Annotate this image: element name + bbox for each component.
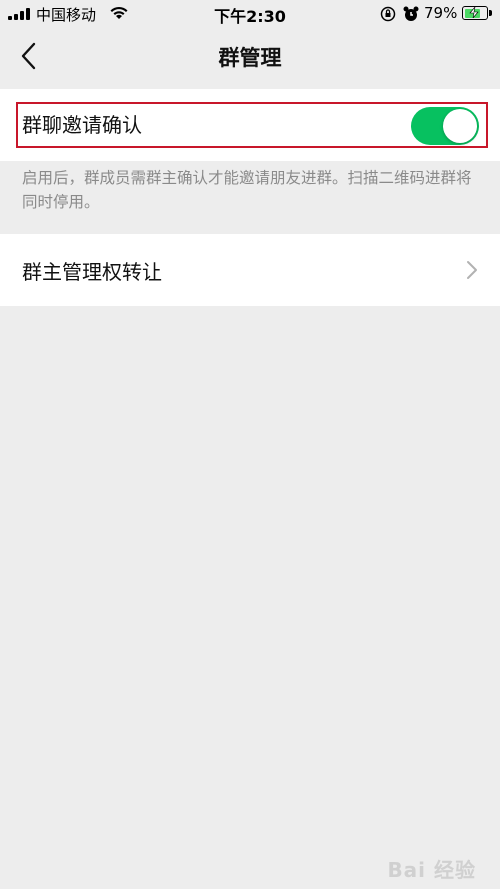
battery-charging-icon [462, 6, 488, 20]
invite-confirm-description: 启用后，群成员需群主确认才能邀请朋友进群。扫描二维码进群将同时停用。 [22, 169, 472, 211]
nav-bar: 群管理 [0, 28, 500, 84]
alarm-icon [403, 6, 419, 21]
transfer-ownership-row[interactable]: 群主管理权转让 [0, 234, 500, 306]
page-title: 群管理 [218, 46, 282, 70]
battery-tip [489, 10, 492, 16]
invite-confirm-label: 群聊邀请确认 [22, 113, 142, 137]
watermark: Bai 经验 [387, 858, 476, 882]
status-bar: 中国移动 下午2:30 79% [0, 0, 500, 28]
chevron-left-icon [21, 42, 36, 70]
back-button[interactable] [12, 38, 48, 74]
transfer-ownership-label: 群主管理权转让 [22, 260, 162, 284]
chevron-right-icon [467, 261, 477, 279]
toggle-knob [443, 109, 477, 143]
battery-percent: 79% [424, 4, 458, 22]
invite-confirm-toggle[interactable] [411, 107, 479, 145]
orientation-lock-icon [380, 6, 396, 22]
